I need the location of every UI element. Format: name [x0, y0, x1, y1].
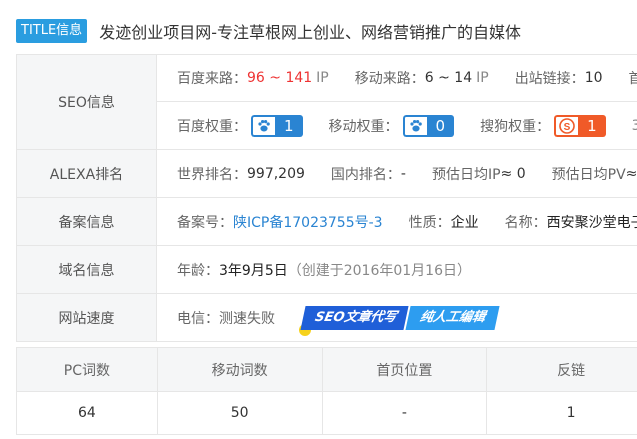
stats-value-pc[interactable]: 64: [16, 391, 158, 435]
alexa-label: ALEXA排名: [16, 150, 157, 197]
alexa-row: ALEXA排名 世界排名： 997,209 国内排名： - 预估日均IP ≈ 0…: [16, 150, 637, 198]
sogou-icon: S: [554, 114, 579, 137]
baidu-traffic-unit: IP: [316, 70, 329, 86]
mobile-weight-label: 移动权重：: [328, 118, 399, 135]
world-rank: 世界排名： 997,209: [177, 164, 305, 184]
stats-header-mobile: 移动词数: [156, 347, 323, 392]
mobile-traffic: 移动来路： 6 ~ 14 IP: [355, 68, 489, 88]
seo-label: SEO信息: [16, 55, 157, 149]
seo-weight-line: 百度权重： 1 移动权重： 0 搜狗权重： S 1 3: [157, 102, 637, 149]
seo-content: 百度来路： 96 ~ 141 IP 移动来路： 6 ~ 14 IP 出站链接： …: [157, 55, 637, 149]
title-row: TITLE信息 发迹创业项目网-专注草根网上创业、网络营销推广的自媒体: [16, 18, 521, 44]
icp-label: 备案信息: [16, 198, 157, 245]
svg-text:S: S: [564, 122, 571, 133]
icp-name-label: 名称：: [504, 214, 547, 231]
icp-row: 备案信息 备案号： 陕ICP备17023755号-3 性质： 企业 名称： 西安…: [16, 198, 637, 246]
stats-header-homepage: 首页位置: [321, 347, 488, 392]
sogou-weight-label: 搜狗权重：: [480, 118, 551, 135]
daily-pv-label: 预估日均PV: [551, 166, 626, 183]
icp-number-label: 备案号：: [177, 214, 233, 231]
domain-content: 年龄： 3年9月5日 （创建于2016年01月16日）: [157, 246, 637, 293]
site-info-table: SEO信息 百度来路： 96 ~ 141 IP 移动来路： 6 ~ 14 IP …: [16, 54, 637, 342]
mobile-weight: 移动权重： 0: [328, 114, 455, 137]
baidu-traffic: 百度来路： 96 ~ 141 IP: [177, 68, 329, 88]
alexa-content: 世界排名： 997,209 国内排名： - 预估日均IP ≈ 0 预估日均PV …: [157, 150, 637, 197]
daily-pv-value: ≈ 0: [625, 165, 637, 182]
domain-label: 域名信息: [16, 246, 157, 293]
seo-row: SEO信息 百度来路： 96 ~ 141 IP 移动来路： 6 ~ 14 IP …: [16, 55, 637, 150]
domain-age-label: 年龄：: [177, 262, 219, 279]
domain-row: 域名信息 年龄： 3年9月5日 （创建于2016年01月16日）: [16, 246, 637, 294]
stats-value-mobile[interactable]: 50: [156, 391, 323, 435]
baidu-weight: 百度权重： 1: [177, 114, 303, 137]
outlinks-value[interactable]: 10: [585, 70, 603, 86]
seo-traffic-line: 百度来路： 96 ~ 141 IP 移动来路： 6 ~ 14 IP 出站链接： …: [157, 55, 637, 102]
stats-value-homepage: -: [321, 391, 488, 435]
sogou-weight-badge[interactable]: S 1: [554, 114, 606, 137]
baidu-traffic-value[interactable]: 96 ~ 141: [247, 70, 312, 86]
icp-nature-value: 企业: [450, 214, 479, 231]
homepage: 首页: [628, 71, 637, 87]
stats-header-row: PC词数 移动词数 首页位置 反链: [16, 347, 637, 392]
daily-ip-label: 预估日均IP: [431, 166, 501, 183]
baidu-weight-badge[interactable]: 1: [251, 114, 303, 137]
baidu-traffic-label: 百度来路：: [177, 71, 247, 87]
speed-line: 电信： 测速失败 SEO文章代写 纯人工编辑: [157, 294, 637, 341]
icp-nature: 性质： 企业: [409, 212, 479, 232]
domestic-rank-value: -: [400, 165, 406, 182]
mobile-traffic-label: 移动来路：: [354, 71, 425, 87]
icp-name: 名称： 西安聚沙堂电子: [505, 212, 637, 232]
speed-label: 网站速度: [16, 294, 157, 341]
banner-part2: 纯人工编辑: [405, 305, 500, 330]
icp-nature-label: 性质：: [408, 214, 451, 231]
stats-value-row: 64 50 - 1: [16, 391, 637, 435]
baidu-weight-label: 百度权重：: [177, 118, 247, 135]
world-rank-value[interactable]: 997,209: [247, 166, 305, 182]
alexa-line: 世界排名： 997,209 国内排名： - 预估日均IP ≈ 0 预估日均PV …: [157, 150, 637, 197]
banner-part1: SEO文章代写: [300, 305, 409, 330]
mobile-traffic-value[interactable]: 6 ~ 14: [425, 70, 472, 86]
mobile-paw-icon: [402, 114, 427, 137]
seo-writing-ad-banner[interactable]: SEO文章代写 纯人工编辑: [299, 305, 500, 336]
mobile-weight-badge[interactable]: 0: [402, 114, 455, 137]
baidu-weight-value: 1: [275, 114, 303, 137]
mobile-traffic-unit: IP: [476, 70, 489, 86]
stats-header-pc: PC词数: [16, 347, 158, 392]
page-title: 发迹创业项目网-专注草根网上创业、网络营销推广的自媒体: [99, 23, 521, 42]
icp-name-value: 西安聚沙堂电子: [546, 214, 637, 231]
domain-age-value: 3年9月5日: [219, 262, 288, 279]
daily-ip-value: ≈ 0: [500, 165, 526, 182]
daily-ip: 预估日均IP ≈ 0: [432, 164, 526, 184]
speed-row: 网站速度 电信： 测速失败 SEO文章代写 纯人工编辑: [16, 294, 637, 342]
stats-value-backlinks[interactable]: 1: [486, 391, 637, 435]
outlinks: 出站链接： 10: [515, 68, 603, 88]
mobile-weight-value: 0: [426, 114, 455, 137]
domain-created-date: （创建于2016年01月16日）: [287, 262, 471, 279]
sogou-weight: 搜狗权重： S 1: [480, 114, 606, 137]
domestic-rank-label: 国内排名：: [330, 166, 401, 183]
world-rank-label: 世界排名：: [177, 166, 247, 183]
extra-value: 36: [631, 117, 637, 134]
baidu-paw-icon: [251, 114, 275, 137]
outlinks-label: 出站链接：: [514, 71, 585, 87]
telecom-label: 电信：: [177, 310, 219, 327]
domestic-rank: 国内排名： -: [331, 164, 406, 184]
keyword-stats-table: PC词数 移动词数 首页位置 反链 64 50 - 1: [16, 347, 637, 435]
icp-content: 备案号： 陕ICP备17023755号-3 性质： 企业 名称： 西安聚沙堂电子: [157, 198, 637, 245]
telecom-value: 测速失败: [219, 310, 275, 327]
icp-number: 备案号： 陕ICP备17023755号-3: [177, 212, 383, 232]
icp-line: 备案号： 陕ICP备17023755号-3 性质： 企业 名称： 西安聚沙堂电子: [157, 198, 637, 245]
icp-number-link[interactable]: 陕ICP备17023755号-3: [233, 212, 383, 232]
domain-line: 年龄： 3年9月5日 （创建于2016年01月16日）: [157, 246, 637, 293]
speed-content: 电信： 测速失败 SEO文章代写 纯人工编辑: [157, 294, 637, 341]
title-badge: TITLE信息: [16, 19, 88, 43]
stats-header-backlinks: 反链: [486, 347, 637, 392]
daily-pv: 预估日均PV ≈ 0: [552, 164, 637, 184]
sogou-weight-value: 1: [578, 114, 606, 137]
